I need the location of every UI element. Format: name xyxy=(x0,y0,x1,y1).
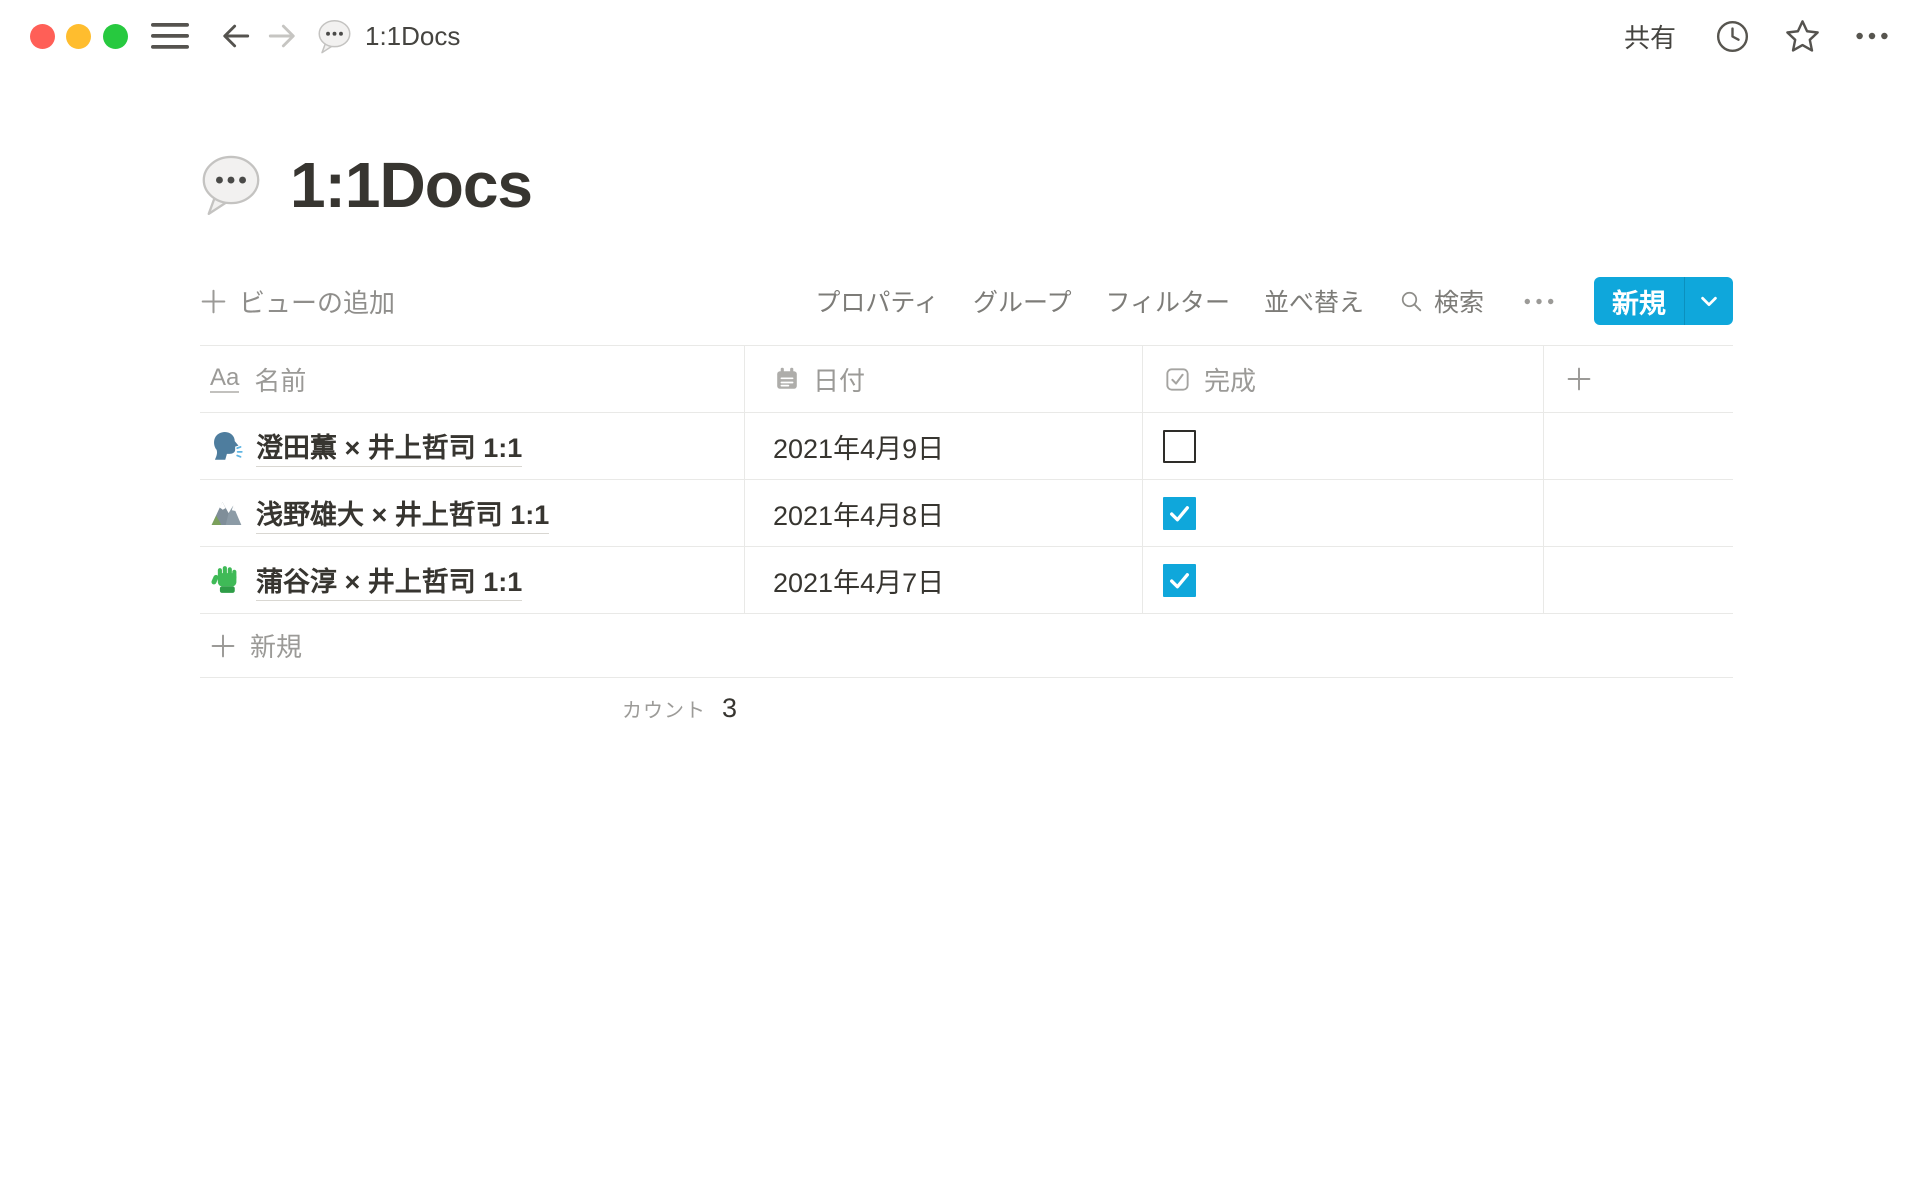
ellipsis-icon xyxy=(1520,288,1558,315)
page-header: 1:1Docs xyxy=(198,148,532,222)
page-icon-speech-balloon[interactable] xyxy=(198,152,264,218)
page-link[interactable]: 蒲谷淳 × 井上哲司 1:1 xyxy=(256,560,522,601)
checkbox-property-icon xyxy=(1163,365,1192,394)
column-name-label: 名前 xyxy=(254,361,306,398)
add-view-label: ビューの追加 xyxy=(239,283,395,320)
name-cell[interactable]: 浅野雄大 × 井上哲司 1:1 xyxy=(200,480,745,546)
plus-icon xyxy=(210,633,236,659)
view-toolbar: ビューの追加 プロパティ グループ フィルター 並べ替え 検索 新規 xyxy=(200,276,1733,326)
chevron-down-icon xyxy=(1698,290,1720,312)
name-cell[interactable]: 澄田薫 × 井上哲司 1:1 xyxy=(200,413,745,479)
page-link[interactable]: 浅野雄大 × 井上哲司 1:1 xyxy=(256,493,549,534)
favorite-button[interactable] xyxy=(1782,16,1822,56)
share-button[interactable]: 共有 xyxy=(1618,14,1682,59)
check-icon xyxy=(1167,501,1192,526)
minimize-window-button[interactable] xyxy=(66,24,91,49)
title-property-icon: Aa xyxy=(210,365,239,392)
snow-capped-mountain-icon xyxy=(210,497,243,530)
page-link[interactable]: 澄田薫 × 井上哲司 1:1 xyxy=(256,426,522,467)
speaking-head-icon xyxy=(210,430,243,463)
done-cell xyxy=(1143,480,1544,546)
name-cell[interactable]: 蒲谷淳 × 井上哲司 1:1 xyxy=(200,547,745,613)
done-checkbox[interactable] xyxy=(1163,497,1196,530)
titlebar-actions: 共有 xyxy=(1618,0,1892,72)
sidebar-menu-button[interactable] xyxy=(150,16,190,56)
properties-button[interactable]: プロパティ xyxy=(815,283,939,319)
new-record-dropdown-button[interactable] xyxy=(1684,277,1733,325)
sort-button[interactable]: 並べ替え xyxy=(1264,283,1364,319)
back-arrow-icon xyxy=(218,18,254,54)
speech-balloon-icon xyxy=(316,18,353,55)
date-cell[interactable]: 2021年4月7日 xyxy=(745,547,1143,613)
row-extra-cell xyxy=(1544,480,1733,546)
hamburger-icon xyxy=(151,21,189,51)
new-record-button[interactable]: 新規 xyxy=(1594,277,1684,325)
forward-arrow-icon xyxy=(264,18,300,54)
search-label: 検索 xyxy=(1434,283,1484,319)
date-value: 2021年4月7日 xyxy=(773,561,944,600)
back-button[interactable] xyxy=(216,16,256,56)
plus-icon xyxy=(1566,366,1592,392)
add-row-label: 新規 xyxy=(250,627,302,664)
count-value: 3 xyxy=(722,693,737,724)
page-title[interactable]: 1:1Docs xyxy=(290,148,532,222)
done-checkbox[interactable] xyxy=(1163,564,1196,597)
column-header-date[interactable]: 日付 xyxy=(745,346,1143,412)
ellipsis-icon xyxy=(1852,16,1892,56)
date-cell[interactable]: 2021年4月8日 xyxy=(745,480,1143,546)
page-more-button[interactable] xyxy=(1852,16,1892,56)
gloves-icon xyxy=(210,564,243,597)
count-label: カウント xyxy=(622,694,706,723)
column-date-label: 日付 xyxy=(813,361,865,398)
view-more-button[interactable] xyxy=(1518,288,1560,315)
breadcrumb-title: 1:1Docs xyxy=(365,21,460,52)
breadcrumb[interactable]: 1:1Docs xyxy=(316,12,460,60)
close-window-button[interactable] xyxy=(30,24,55,49)
table-row: 蒲谷淳 × 井上哲司 1:1 2021年4月7日 xyxy=(200,547,1733,614)
add-view-button[interactable]: ビューの追加 xyxy=(200,283,395,320)
column-header-name[interactable]: Aa 名前 xyxy=(200,346,745,412)
search-button[interactable]: 検索 xyxy=(1398,283,1484,319)
filter-button[interactable]: フィルター xyxy=(1105,283,1230,319)
new-record-split-button: 新規 xyxy=(1594,277,1733,325)
done-cell xyxy=(1143,547,1544,613)
zoom-window-button[interactable] xyxy=(103,24,128,49)
done-checkbox[interactable] xyxy=(1163,430,1196,463)
forward-button[interactable] xyxy=(262,16,302,56)
column-done-label: 完成 xyxy=(1204,361,1256,398)
check-icon xyxy=(1167,568,1192,593)
date-value: 2021年4月9日 xyxy=(773,427,944,466)
table-header-row: Aa 名前 日付 完成 xyxy=(200,345,1733,413)
add-column-button[interactable] xyxy=(1544,346,1733,412)
table-row: 澄田薫 × 井上哲司 1:1 2021年4月9日 xyxy=(200,413,1733,480)
star-icon xyxy=(1783,17,1822,56)
row-extra-cell xyxy=(1544,413,1733,479)
row-extra-cell xyxy=(1544,547,1733,613)
updates-button[interactable] xyxy=(1712,16,1752,56)
done-cell xyxy=(1143,413,1544,479)
plus-icon xyxy=(200,288,227,315)
group-button[interactable]: グループ xyxy=(973,283,1072,319)
search-icon xyxy=(1398,288,1425,315)
add-row-button[interactable]: 新規 xyxy=(200,614,1733,678)
view-toolbar-actions: プロパティ グループ フィルター 並べ替え 検索 新規 xyxy=(815,277,1733,325)
aggregate-count[interactable]: カウント 3 xyxy=(200,678,745,738)
column-header-done[interactable]: 完成 xyxy=(1143,346,1544,412)
date-cell[interactable]: 2021年4月9日 xyxy=(745,413,1143,479)
titlebar: 1:1Docs 共有 xyxy=(0,0,1920,72)
date-value: 2021年4月8日 xyxy=(773,494,944,533)
table-row: 浅野雄大 × 井上哲司 1:1 2021年4月8日 xyxy=(200,480,1733,547)
clock-icon xyxy=(1714,18,1751,55)
database-table: Aa 名前 日付 完成 xyxy=(200,345,1733,738)
calendar-icon xyxy=(773,365,801,393)
